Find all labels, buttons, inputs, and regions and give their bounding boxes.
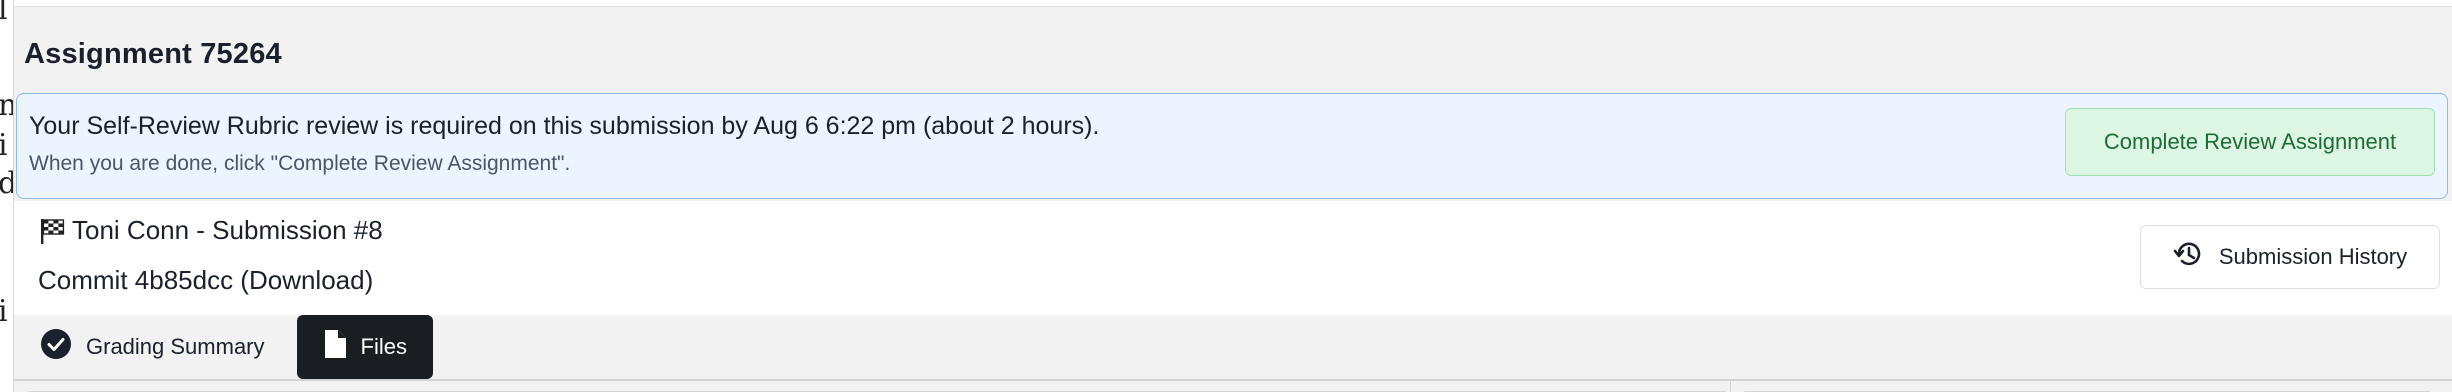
edge-glyph: i — [0, 294, 8, 329]
alert-hint: When you are done, click "Complete Revie… — [29, 152, 571, 175]
alert-message: Your Self-Review Rubric review is requir… — [29, 112, 1100, 140]
complete-review-button[interactable]: Complete Review Assignment — [2065, 108, 2435, 176]
submission-history-button[interactable]: Submission History — [2140, 225, 2440, 289]
tab-files[interactable]: Files — [296, 315, 433, 379]
edge-glyph: i — [0, 128, 8, 163]
edge-glyph: n — [0, 88, 13, 123]
checkered-flag-icon — [38, 217, 66, 245]
tab-label: Files — [360, 334, 407, 359]
tab-grading-summary[interactable]: Grading Summary — [22, 315, 283, 379]
review-alert: Your Self-Review Rubric review is requir… — [16, 93, 2448, 199]
check-circle-icon — [40, 328, 72, 366]
submission-header: Toni Conn - Submission #8 Commit 4b85dcc… — [14, 201, 2452, 315]
edge-glyph: l — [0, 0, 8, 27]
submission-title-row: Toni Conn - Submission #8 — [38, 215, 383, 246]
pane-splitter[interactable] — [1730, 381, 1731, 392]
submission-history-label: Submission History — [2218, 244, 2408, 269]
file-icon — [323, 329, 347, 365]
submission-tabs: Grading Summary Files — [14, 315, 2452, 379]
tab-label: Grading Summary — [86, 334, 265, 359]
underlying-page-edge: l n i d i — [0, 0, 14, 392]
page: l n i d i Assignment 75264 Your Self-Rev… — [0, 0, 2452, 392]
card-header: Assignment 75264 — [14, 19, 2452, 89]
content-panes — [14, 381, 2452, 392]
history-icon — [2173, 238, 2205, 276]
submission-title: Toni Conn - Submission #8 — [72, 215, 383, 245]
assignment-title: Assignment 75264 — [24, 37, 282, 70]
commit-link[interactable]: Commit 4b85dcc (Download) — [38, 265, 373, 296]
assignment-card: Assignment 75264 Your Self-Review Rubric… — [14, 6, 2452, 392]
edge-glyph: d — [0, 166, 13, 201]
